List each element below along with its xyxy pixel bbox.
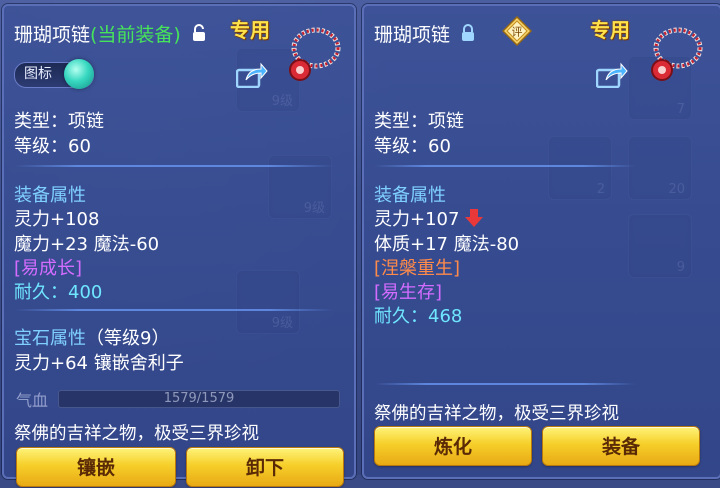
equip-attr-heading: 装备属性 [14,185,86,206]
rate-badge-icon[interactable]: 评 [502,16,532,46]
item-name: 珊瑚项链 [374,24,451,46]
item-name: 珊瑚项链 [14,24,91,46]
exclusive-label: 专用 [230,18,270,42]
necklace-icon [289,27,341,81]
durability-label: 耐久： [374,306,428,327]
toggle-knob-icon [64,59,94,89]
attr-spirit-row: 灵力+107 [374,205,484,231]
refine-button[interactable]: 炼化 [374,426,532,466]
hp-value: 1579/1579 [163,391,235,406]
down-arrow-icon [465,209,484,227]
share-icon[interactable] [596,62,628,88]
special-effect: [易成长] [14,258,83,279]
toggle-label: 图标 [24,66,52,82]
attr-spirit: 灵力+107 [374,209,460,230]
section-divider [374,165,636,167]
compare-item-tooltip: 珊瑚项链 评 专用 类型：项链 等级：60 装备属性 灵力+107 体质+17 … [362,4,720,479]
attr-spirit: 灵力+108 [14,209,100,230]
equip-button[interactable]: 装备 [542,426,700,466]
special-effect-2: [易生存] [374,282,443,303]
durability-value: 400 [68,282,103,303]
item-description: 祭佛的吉祥之物，极受三界珍视 [374,404,619,424]
item-title: 珊瑚项链(当前装备) [14,20,207,47]
durability-value: 468 [428,306,463,327]
inlay-button[interactable]: 镶嵌 [16,447,176,487]
gem-heading-row: 宝石属性（等级9） [14,324,169,350]
hp-track: 1579/1579 [58,390,340,408]
durability: 耐久：400 [14,278,102,304]
gem-heading: 宝石属性 [14,328,86,349]
section-divider [14,165,334,167]
icon-toggle[interactable]: 图标 [14,59,96,89]
level-line: 等级：60 [14,136,91,157]
type-line: 类型：项链 [14,111,104,132]
attr-constitution: 体质+17 魔法-80 [374,234,520,255]
unequip-button[interactable]: 卸下 [186,447,344,487]
section-divider [374,383,636,385]
share-icon[interactable] [236,62,268,88]
level-line: 等级：60 [374,136,451,157]
durability: 耐久：468 [374,302,462,328]
special-effect-1: [涅槃重生] [374,258,461,279]
equipped-item-tooltip: 珊瑚项链(当前装备) 专用 图标 类型：项链 等级：60 装备属性 灵力+108… [2,4,356,487]
rate-badge-text: 评 [512,26,523,39]
lock-open-icon[interactable] [191,24,207,47]
lock-closed-icon[interactable] [460,24,476,47]
item-title: 珊瑚项链 [374,20,476,47]
item-description: 祭佛的吉祥之物，极受三界珍视 [14,424,259,444]
hp-label: 气血 [16,391,49,410]
equipped-tag: (当前装备) [90,24,181,46]
attr-magic: 魔力+23 魔法-60 [14,234,160,255]
gem-attr: 灵力+64 镶嵌舍利子 [14,353,184,374]
durability-label: 耐久： [14,282,68,303]
necklace-icon [651,27,703,81]
hp-bar: 气血 1579/1579 [14,387,340,410]
exclusive-label: 专用 [590,18,630,42]
gem-level: （等级9） [86,328,170,349]
equip-attr-heading: 装备属性 [374,185,446,206]
type-line: 类型：项链 [374,111,464,132]
section-divider [14,309,334,311]
